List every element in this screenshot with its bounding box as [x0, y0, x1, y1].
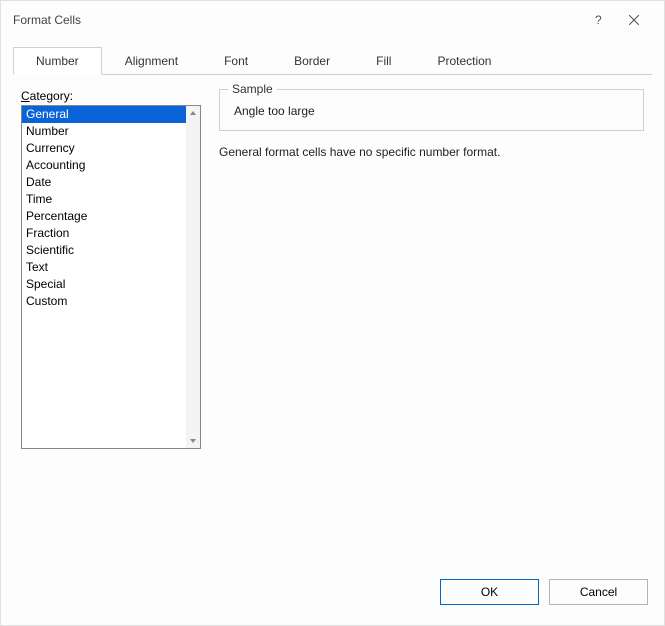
list-item[interactable]: Fraction [22, 225, 186, 242]
footer: OK Cancel [1, 567, 664, 625]
list-item[interactable]: Currency [22, 140, 186, 157]
description-text: General format cells have no specific nu… [219, 145, 644, 159]
category-listbox[interactable]: General Number Currency Accounting Date … [21, 105, 201, 449]
svg-text:?: ? [595, 14, 602, 26]
list-item[interactable]: Percentage [22, 208, 186, 225]
content: Category: General Number Currency Accoun… [1, 75, 664, 567]
tab-alignment[interactable]: Alignment [102, 47, 201, 75]
scrollbar[interactable] [186, 106, 200, 448]
help-icon: ? [592, 14, 604, 26]
tab-fill[interactable]: Fill [353, 47, 414, 75]
right-panel: Sample Angle too large General format ce… [219, 89, 644, 567]
tab-font[interactable]: Font [201, 47, 271, 75]
format-cells-dialog: Format Cells ? Number Alignment Font Bor… [0, 0, 665, 626]
sample-label: Sample [228, 82, 277, 96]
list-item[interactable]: Accounting [22, 157, 186, 174]
list-item[interactable]: Time [22, 191, 186, 208]
category-list-inner: General Number Currency Accounting Date … [22, 106, 186, 448]
list-item[interactable]: Custom [22, 293, 186, 310]
ok-button[interactable]: OK [440, 579, 539, 605]
dialog-title: Format Cells [13, 13, 580, 27]
list-item[interactable]: Special [22, 276, 186, 293]
sample-value: Angle too large [232, 104, 631, 118]
titlebar: Format Cells ? [1, 1, 664, 39]
list-item[interactable]: Date [22, 174, 186, 191]
close-icon [629, 15, 639, 25]
list-item[interactable]: Scientific [22, 242, 186, 259]
cancel-button[interactable]: Cancel [549, 579, 648, 605]
category-section: Category: General Number Currency Accoun… [21, 89, 201, 567]
scroll-up-icon[interactable] [186, 106, 200, 120]
sample-box: Sample Angle too large [219, 89, 644, 131]
help-button[interactable]: ? [580, 4, 616, 36]
list-item[interactable]: General [22, 106, 186, 123]
list-item[interactable]: Text [22, 259, 186, 276]
close-button[interactable] [616, 4, 652, 36]
category-label: Category: [21, 89, 201, 103]
tab-protection[interactable]: Protection [414, 47, 514, 75]
tabs: Number Alignment Font Border Fill Protec… [13, 47, 652, 75]
scroll-down-icon[interactable] [186, 434, 200, 448]
tab-number[interactable]: Number [13, 47, 102, 75]
tab-border[interactable]: Border [271, 47, 353, 75]
list-item[interactable]: Number [22, 123, 186, 140]
